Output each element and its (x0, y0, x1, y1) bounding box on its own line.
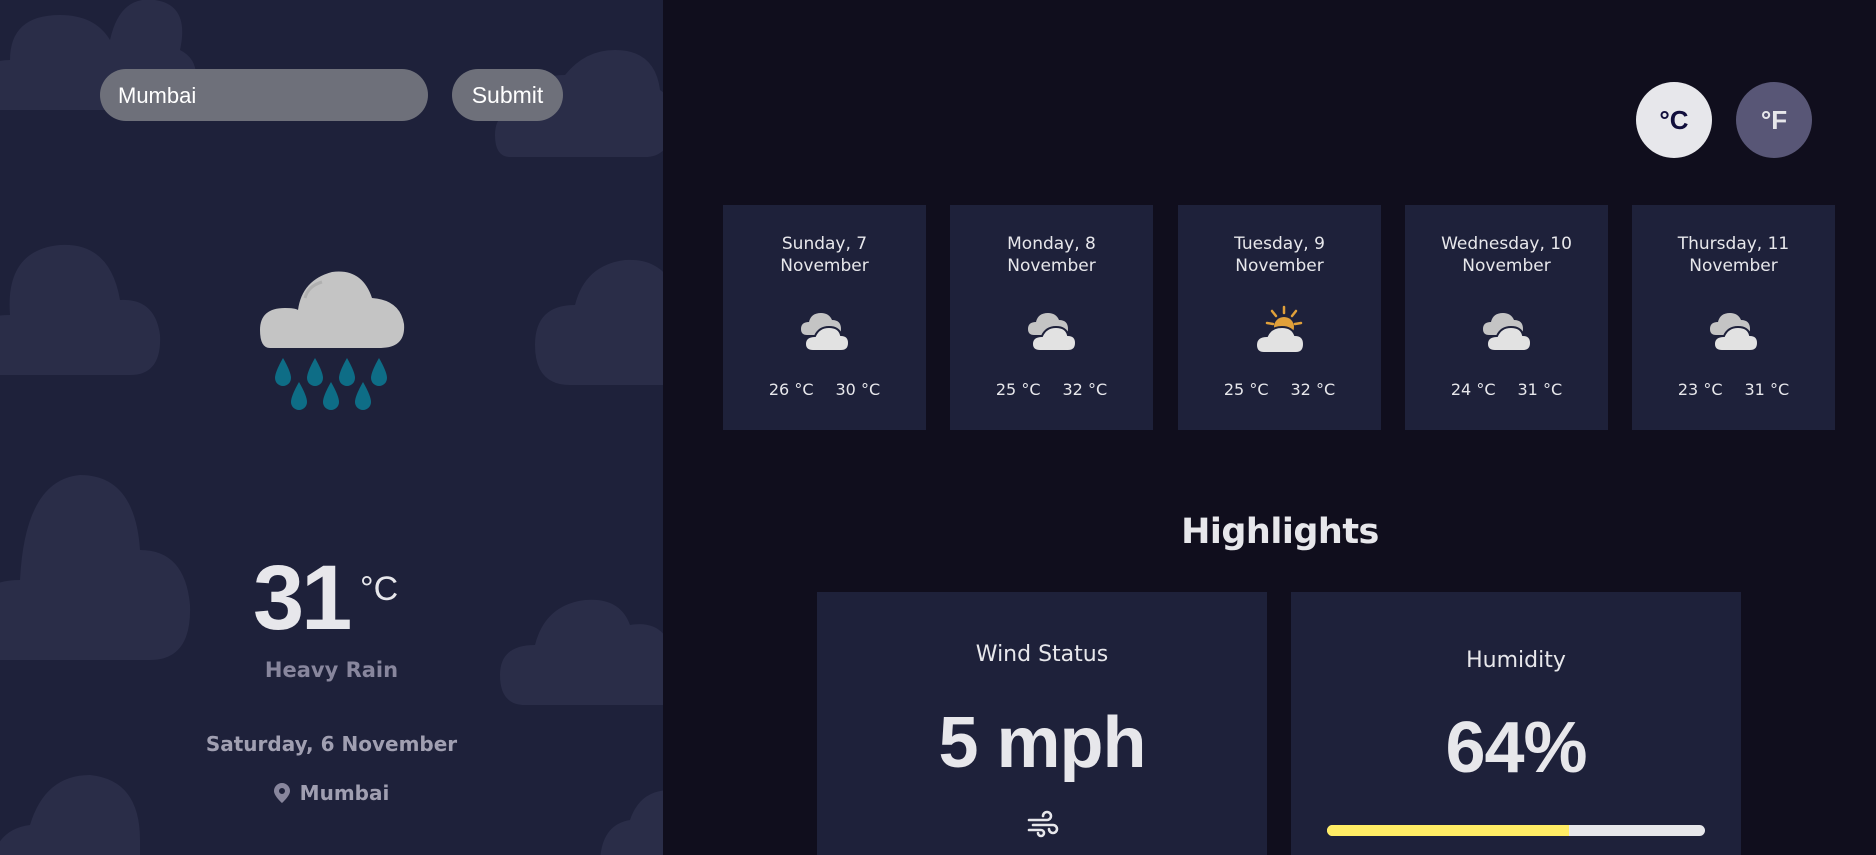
temperature-value: 31 (253, 547, 352, 649)
forecast-temps: 25 °C 32 °C (1178, 380, 1381, 399)
celsius-toggle-button[interactable]: °C (1636, 82, 1712, 158)
forecast-max-temp: 31 °C (1517, 380, 1563, 399)
forecast-min-temp: 25 °C (995, 380, 1041, 399)
cloudy-icon (1710, 313, 1760, 352)
forecast-date: Tuesday, 9 November (1234, 234, 1325, 276)
cloudy-icon (801, 313, 851, 352)
location-label: Mumbai (299, 781, 390, 805)
submit-button[interactable]: Submit (452, 69, 563, 121)
fahrenheit-toggle-button[interactable]: °F (1736, 82, 1812, 158)
forecast-card: Wednesday, 10 November 24 °C 31 °C (1405, 205, 1608, 430)
current-date: Saturday, 6 November (205, 732, 458, 756)
humidity-label: Humidity (1466, 648, 1566, 673)
forecast-min-temp: 25 °C (1223, 380, 1269, 399)
forecast-min-temp: 23 °C (1677, 380, 1723, 399)
forecast-min-temp: 26 °C (768, 380, 814, 399)
forecast-date: Thursday, 11 November (1677, 234, 1790, 276)
humidity-progress-bar (1327, 825, 1705, 836)
forecast-card: Thursday, 11 November 23 °C 31 °C (1632, 205, 1835, 430)
wind-icon (1027, 810, 1059, 838)
humidity-card: Humidity 64% (1291, 592, 1741, 855)
forecast-date: Sunday, 7 November (780, 234, 869, 276)
background-cloud-icon (535, 259, 663, 385)
forecast-temps: 24 °C 31 °C (1405, 380, 1608, 399)
cloudy-icon (1028, 313, 1078, 352)
wind-status-label: Wind Status (975, 642, 1109, 667)
forecast-max-temp: 32 °C (1290, 380, 1336, 399)
forecast-date: Monday, 8 November (1007, 234, 1096, 276)
search-input[interactable] (100, 69, 428, 121)
forecast-max-temp: 31 °C (1744, 380, 1790, 399)
cloudy-icon (1483, 313, 1533, 352)
forecast-temps: 25 °C 32 °C (950, 380, 1153, 399)
wind-status-value: 5 mph (938, 703, 1146, 783)
forecast-max-temp: 30 °C (835, 380, 881, 399)
forecast-date: Wednesday, 10 November (1441, 234, 1572, 276)
location-pin-icon (273, 783, 290, 803)
weather-condition: Heavy Rain (264, 658, 399, 682)
highlights-title: Highlights (1181, 512, 1379, 552)
temperature-unit: °C (360, 570, 399, 608)
forecast-temps: 23 °C 31 °C (1632, 380, 1835, 399)
forecast-temps: 26 °C 30 °C (723, 380, 926, 399)
forecast-min-temp: 24 °C (1450, 380, 1496, 399)
forecast-card: Sunday, 7 November 26 °C 30 °C (723, 205, 926, 430)
background-cloud-icon (0, 244, 161, 375)
current-temperature: 31 °C (0, 548, 663, 648)
forecast-card: Tuesday, 9 November 25 °C 32 °C (1178, 205, 1381, 430)
forecast-card: Monday, 8 November 25 °C 32 °C (950, 205, 1153, 430)
humidity-value: 64% (1445, 708, 1587, 788)
partly-sunny-icon (1254, 305, 1306, 354)
wind-status-card: Wind Status 5 mph (817, 592, 1267, 855)
forecast-max-temp: 32 °C (1062, 380, 1108, 399)
humidity-progress-fill (1327, 825, 1569, 836)
heavy-rain-icon (260, 271, 405, 410)
current-weather-panel: Submit 31 °C Heavy Rain Saturday, 6 Nove… (0, 0, 663, 855)
current-location: Mumbai (0, 781, 663, 805)
